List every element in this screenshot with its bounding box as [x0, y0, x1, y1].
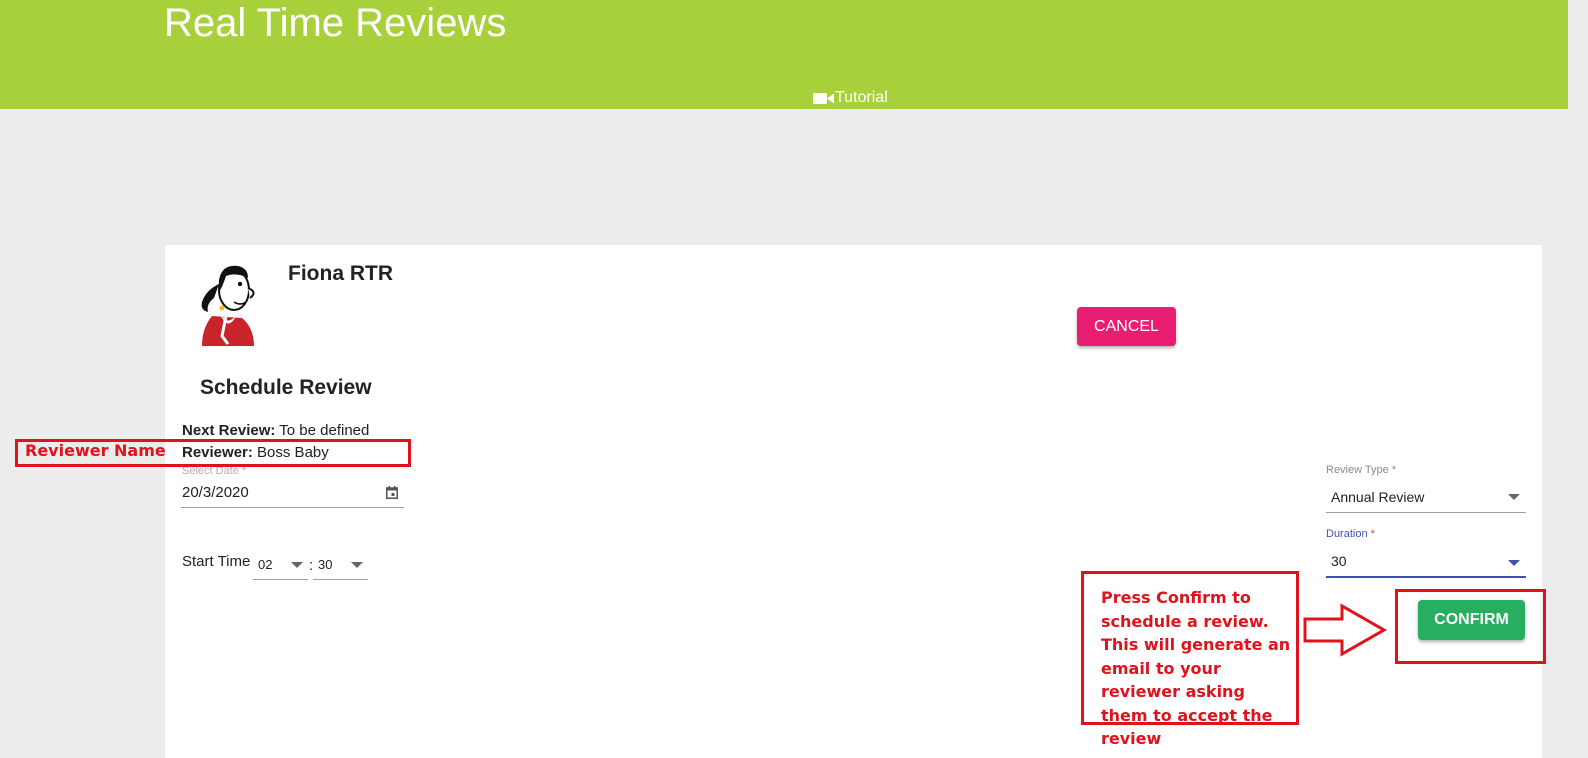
cancel-button[interactable]: CANCEL	[1077, 307, 1176, 346]
chevron-down-icon	[1508, 494, 1520, 500]
date-field[interactable]: 20/3/2020	[181, 482, 404, 508]
duration-select[interactable]: 30	[1326, 548, 1526, 578]
user-name: Fiona RTR	[288, 262, 393, 285]
calendar-icon[interactable]	[386, 486, 398, 499]
chevron-down-icon	[291, 562, 303, 568]
app-title: Real Time Reviews	[164, 1, 507, 45]
next-review-line: Next Review: To be defined	[182, 422, 369, 439]
hour-value: 02	[258, 557, 273, 572]
chevron-down-icon	[351, 562, 363, 568]
app-header: Real Time Reviews Tutorial	[0, 0, 1568, 109]
section-title: Schedule Review	[200, 376, 372, 399]
minute-select[interactable]: 30	[313, 553, 368, 580]
tutorial-label: Tutorial	[835, 89, 888, 106]
review-type-label: Review Type *	[1326, 464, 1397, 476]
next-review-label: Next Review:	[182, 422, 276, 439]
duration-required-mark: *	[1370, 528, 1375, 540]
video-camera-icon	[813, 92, 834, 104]
hour-select[interactable]: 02	[253, 553, 308, 580]
next-review-value: To be defined	[279, 422, 370, 439]
tutorial-link[interactable]: Tutorial	[813, 89, 888, 107]
duration-value: 30	[1331, 553, 1347, 569]
duration-label: Duration *	[1326, 528, 1375, 540]
arrow-icon	[1303, 603, 1388, 657]
duration-label-text: Duration	[1326, 528, 1368, 540]
date-value: 20/3/2020	[182, 484, 249, 501]
start-time-label: Start Time	[182, 553, 251, 570]
confirm-highlight	[1395, 589, 1546, 664]
minute-value: 30	[318, 557, 333, 572]
avatar	[201, 265, 255, 346]
confirm-note-annotation: Press Confirm to schedule a review. This…	[1081, 571, 1299, 748]
review-type-value: Annual Review	[1331, 489, 1425, 505]
reviewer-name-annotation: Reviewer Name	[25, 441, 166, 460]
review-type-select[interactable]: Annual Review	[1326, 484, 1526, 513]
chevron-down-icon	[1508, 560, 1520, 566]
